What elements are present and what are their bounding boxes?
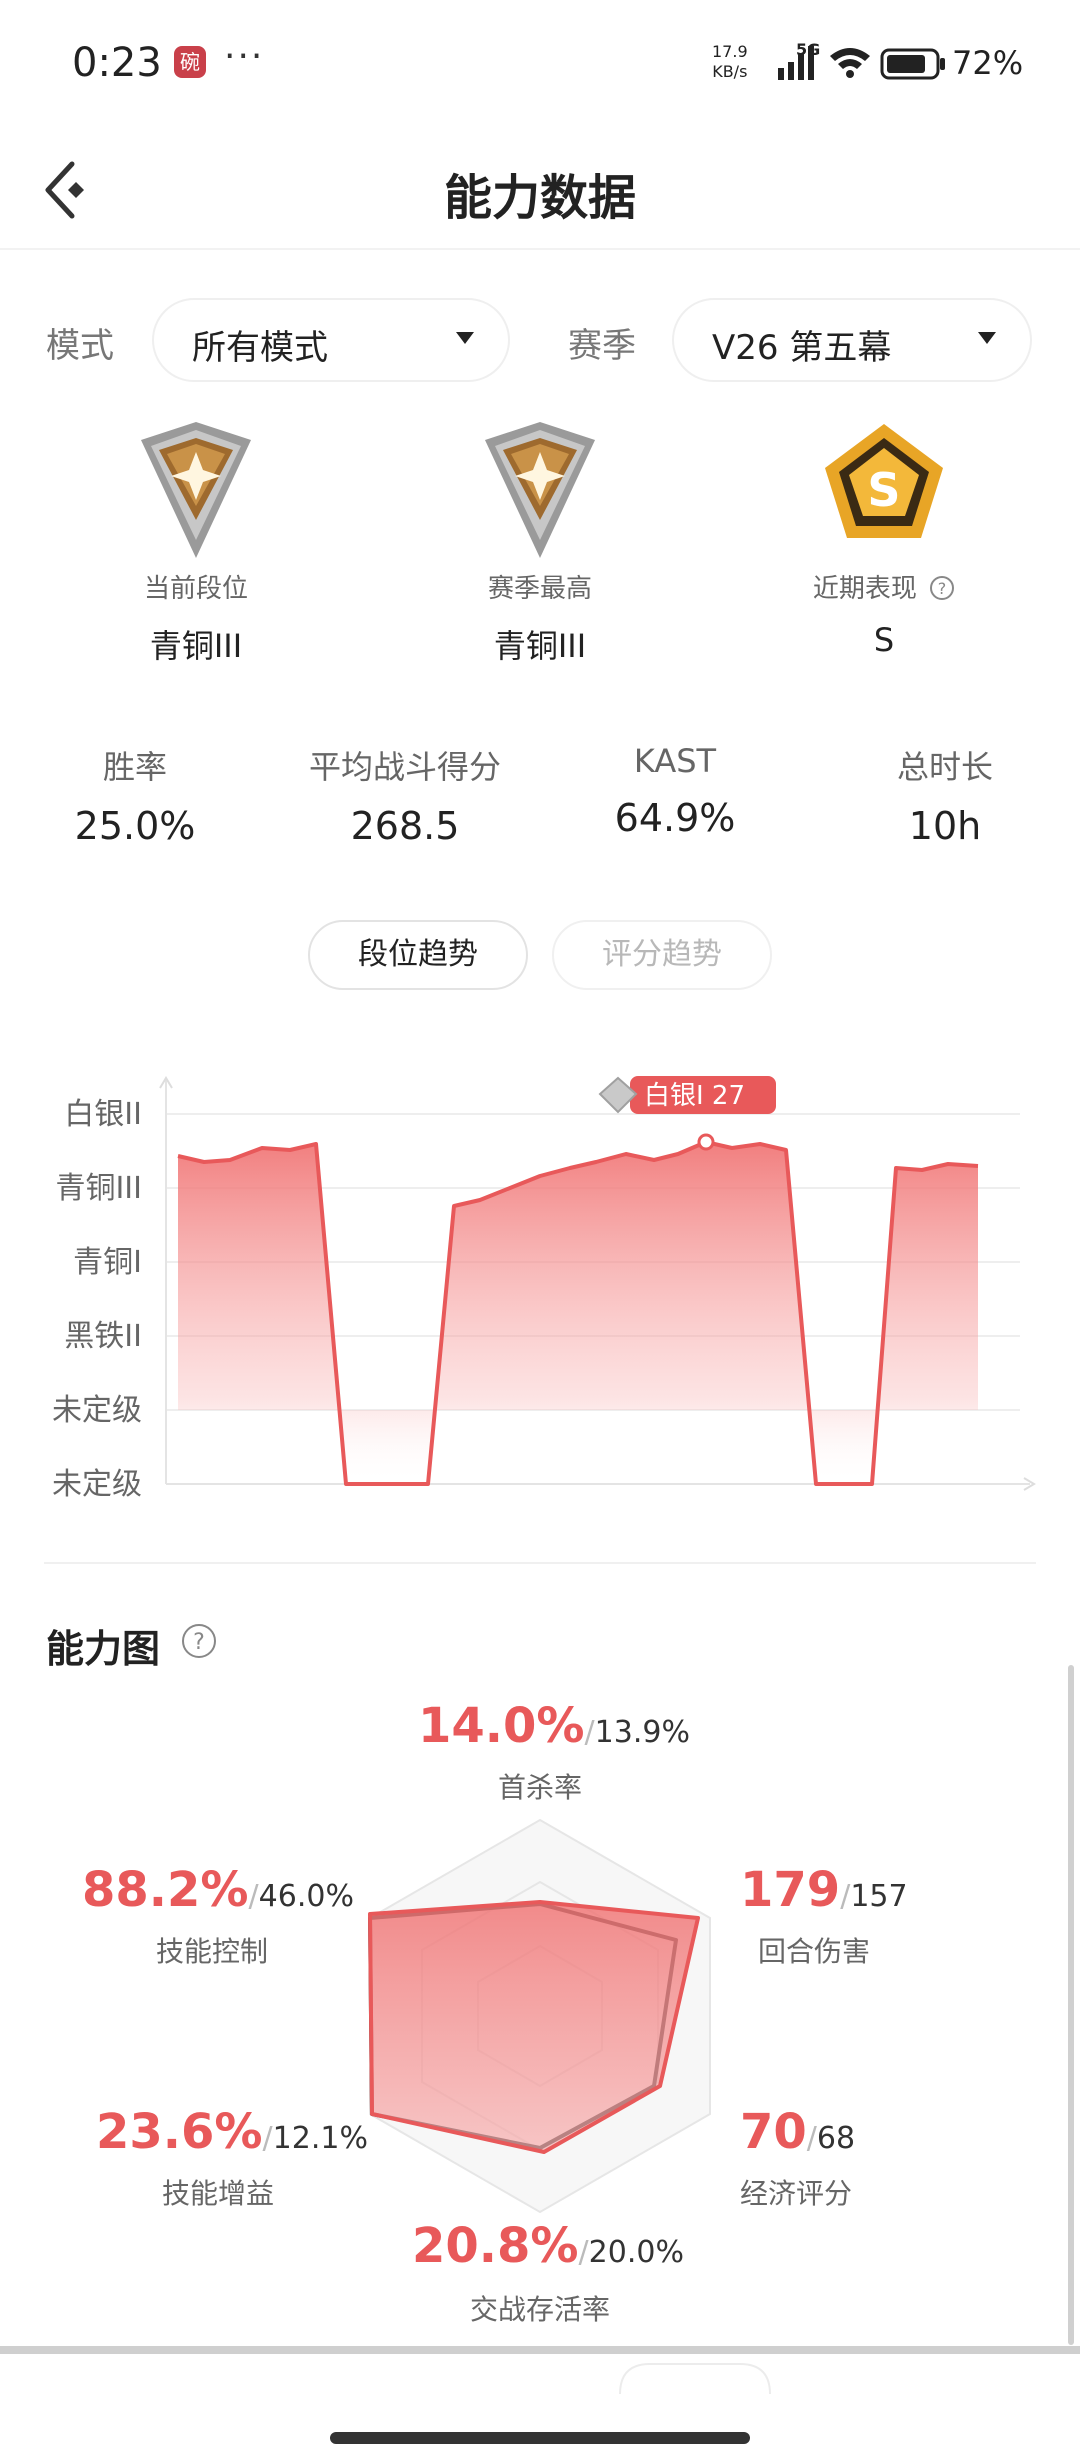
trend-area-fill bbox=[178, 1142, 978, 1484]
trend-y-labels: 白银II 青铜III 青铜I 黑铁II 未定级 未定级 bbox=[52, 1097, 142, 1502]
metric-avg: 46.0% bbox=[258, 1879, 354, 1914]
rank-label: 赛季最高 bbox=[487, 574, 592, 604]
partial-button-outline bbox=[619, 2363, 771, 2394]
y-level-label: 白银II bbox=[64, 1097, 142, 1132]
metric-value: 88.2% bbox=[82, 1862, 249, 1918]
y-level-label: 未定级 bbox=[52, 1467, 142, 1502]
metric-economy: 70/68 bbox=[740, 2104, 856, 2160]
rank-label: 近期表现 ? bbox=[734, 568, 1034, 605]
s-grade-icon: S bbox=[825, 424, 943, 538]
rank-label: 当前段位 bbox=[143, 574, 248, 604]
svg-text:?: ? bbox=[193, 1630, 205, 1655]
season-select[interactable]: V26 第五幕 bbox=[672, 298, 1032, 382]
metric-value: 70 bbox=[740, 2104, 807, 2160]
metric-avg: 68 bbox=[816, 2121, 856, 2156]
stat-label: 总时长 bbox=[896, 748, 993, 786]
season-select-value: V26 第五幕 bbox=[712, 328, 892, 368]
tab-score-trend[interactable]: 评分趋势 bbox=[552, 920, 772, 990]
mode-select[interactable]: 所有模式 bbox=[152, 298, 510, 382]
metric-label: 经济评分 bbox=[740, 2177, 853, 2210]
caret-down-icon bbox=[978, 332, 996, 344]
metric-avg: 157 bbox=[850, 1879, 908, 1914]
metric-avg: 20.0% bbox=[588, 2235, 684, 2270]
rank-value: S bbox=[873, 621, 895, 659]
metric-value: 23.6% bbox=[96, 2104, 263, 2160]
metric-label: 技能控制 bbox=[156, 1935, 269, 1968]
bottom-area bbox=[0, 2354, 1080, 2460]
current-rank: 当前段位 青铜III bbox=[46, 420, 346, 667]
ability-title: 能力图 bbox=[46, 1627, 161, 1671]
bronze-rank-icon bbox=[485, 422, 595, 558]
y-level-label: 黑铁II bbox=[64, 1319, 142, 1354]
help-icon[interactable]: ? bbox=[929, 575, 955, 601]
caret-down-icon bbox=[456, 332, 474, 344]
svg-text:S: S bbox=[867, 463, 900, 517]
stat-value: 25.0% bbox=[74, 804, 196, 848]
stat-label: 平均战斗得分 bbox=[308, 748, 501, 786]
stat-total-time: 总时长 10h bbox=[810, 742, 1080, 848]
y-level-label: 未定级 bbox=[52, 1393, 142, 1428]
mode-label: 模式 bbox=[46, 326, 114, 366]
season-best-rank: 赛季最高 青铜III bbox=[390, 420, 690, 667]
section-divider bbox=[44, 1562, 1036, 1564]
metric-skill-buff: 23.6%/12.1% bbox=[96, 2104, 368, 2160]
stat-value: 268.5 bbox=[350, 804, 460, 848]
svg-text:?: ? bbox=[938, 579, 947, 598]
y-level-label: 青铜I bbox=[73, 1245, 142, 1280]
network-speed-value: 17.9 bbox=[712, 42, 748, 61]
stat-value: 10h bbox=[908, 804, 982, 848]
scrollbar[interactable] bbox=[1068, 1665, 1074, 2345]
metric-survival: 20.8%/20.0% bbox=[412, 2218, 684, 2274]
battery-percent: 72% bbox=[952, 44, 1024, 82]
trend-tooltip: 白银I 27 bbox=[598, 1076, 776, 1114]
metric-skill-control: 88.2%/46.0% bbox=[82, 1862, 354, 1918]
network-speed-unit: KB/s bbox=[712, 62, 748, 81]
battery-icon bbox=[880, 48, 945, 80]
more-notifications-icon: ··· bbox=[224, 36, 265, 77]
metric-label: 首杀率 bbox=[498, 1771, 583, 1804]
stat-label: 胜率 bbox=[102, 748, 167, 786]
stat-label: KAST bbox=[633, 742, 717, 780]
page-title: 能力数据 bbox=[443, 170, 636, 226]
status-time: 0:23 bbox=[72, 40, 162, 86]
network-speed: 17.9 KB/s bbox=[712, 42, 748, 82]
metric-avg: 12.1% bbox=[272, 2121, 368, 2156]
tab-rank-trend[interactable]: 段位趋势 bbox=[308, 920, 528, 990]
bottom-sheet-edge bbox=[0, 2346, 1080, 2354]
metric-value: 179 bbox=[740, 1862, 841, 1918]
stat-value: 64.9% bbox=[614, 796, 736, 840]
trend-highlight-point[interactable] bbox=[697, 1133, 715, 1151]
signal-icon bbox=[778, 46, 814, 80]
help-icon[interactable]: ? bbox=[180, 1622, 218, 1660]
y-level-label: 青铜III bbox=[55, 1171, 142, 1206]
status-bar: 0:23 碗 ··· 17.9 KB/s 5G 72% bbox=[0, 0, 1080, 130]
mode-select-value: 所有模式 bbox=[192, 328, 328, 368]
rank-value: 青铜III bbox=[149, 627, 243, 665]
wifi-icon bbox=[830, 48, 870, 78]
app-notification-icon: 碗 bbox=[174, 46, 206, 78]
metric-label: 回合伤害 bbox=[758, 1935, 871, 1968]
metric-value: 20.8% bbox=[412, 2218, 579, 2274]
recent-performance: S 近期表现 ? S bbox=[734, 420, 1034, 659]
metric-value: 14.0% bbox=[418, 1698, 585, 1754]
stat-win-rate: 胜率 25.0% bbox=[0, 742, 270, 848]
app-header: 能力数据 bbox=[0, 130, 1080, 250]
rank-value: 青铜III bbox=[493, 627, 587, 665]
metric-round-damage: 179/157 bbox=[740, 1862, 908, 1918]
metric-label: 技能增益 bbox=[162, 2177, 275, 2210]
stat-avg-score: 平均战斗得分 268.5 bbox=[270, 742, 540, 848]
tooltip-text: 白银I 27 bbox=[644, 1081, 745, 1111]
rank-label-text: 近期表现 bbox=[812, 574, 917, 604]
bronze-rank-icon bbox=[141, 422, 251, 558]
stat-kast: KAST 64.9% bbox=[540, 742, 810, 840]
metric-avg: 13.9% bbox=[594, 1715, 690, 1750]
home-indicator[interactable] bbox=[330, 2432, 750, 2444]
metric-first-kill: 14.0%/13.9% bbox=[418, 1698, 690, 1754]
season-label: 赛季 bbox=[568, 326, 636, 366]
metric-label: 交战存活率 bbox=[470, 2293, 611, 2326]
rank-trend-chart: 白银II 青铜III 青铜I 黑铁II 未定级 未定级 白银I 27 bbox=[52, 1076, 1036, 1502]
